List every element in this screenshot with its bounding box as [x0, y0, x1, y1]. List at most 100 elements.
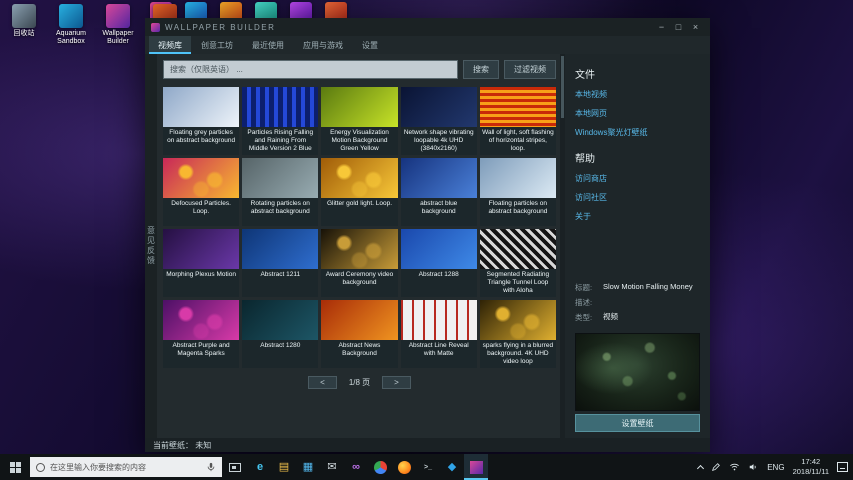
taskbar-clock[interactable]: 17:42 2018/11/11	[793, 457, 829, 477]
tab-settings[interactable]: 设置	[353, 36, 387, 54]
wallpaper-tile[interactable]: Abstract 1211	[242, 229, 318, 297]
store-taskbar-icon[interactable]: ▦	[296, 454, 320, 480]
wallpaper-tile[interactable]: Abstract News Background	[321, 300, 397, 368]
titlebar[interactable]: WALLPAPER BUILDER − □ ×	[145, 18, 710, 36]
wallpaper-tile[interactable]: Energy Visualization Motion Background G…	[321, 87, 397, 155]
action-center-icon[interactable]	[837, 462, 848, 472]
meta-label: 标题:	[575, 282, 603, 293]
wallpaper-thumbnail	[163, 158, 239, 198]
start-button[interactable]	[0, 454, 30, 480]
wallpaper-tile[interactable]: Abstract Purple and Magenta Sparks	[163, 300, 239, 368]
search-row: 搜索 过滤视频	[163, 60, 556, 79]
wallpaper-thumbnail	[321, 158, 397, 198]
wallpaper-thumbnail	[401, 229, 477, 269]
set-wallpaper-button[interactable]: 设置壁纸	[575, 414, 700, 432]
filter-videos-button[interactable]: 过滤视频	[504, 60, 556, 79]
wallpaper-thumbnail	[401, 300, 477, 340]
wallpaper-tile[interactable]: Segmented Radiating Triangle Tunnel Loop…	[480, 229, 556, 297]
wallpaper-title: Abstract News Background	[321, 340, 397, 368]
desktop-icon-aquarium-sandbox[interactable]: Aquarium Sandbox	[50, 4, 92, 46]
files-heading: 文件	[575, 66, 700, 81]
wallpaper-search-input[interactable]	[163, 60, 458, 79]
wallpaper-tile[interactable]: Defocused Particles. Loop.	[163, 158, 239, 226]
wallpaper-tile[interactable]: abstract blue background	[401, 158, 477, 226]
wallpaper-title: Abstract 1211	[242, 269, 318, 297]
mail-glyph: ✉	[327, 462, 336, 473]
network-wifi-icon[interactable]	[729, 462, 740, 472]
terminal-glyph: >_	[424, 464, 432, 471]
tab-video-library[interactable]: 视频库	[149, 36, 191, 54]
scrollbar[interactable]	[560, 54, 565, 438]
wallpaper-tile[interactable]: Abstract Line Reveal with Matte	[401, 300, 477, 368]
wallpaper-tile[interactable]: Abstract 1288	[401, 229, 477, 297]
tab-apps-games[interactable]: 应用与游戏	[294, 36, 352, 54]
wallpaper-thumbnail	[242, 300, 318, 340]
wallpaper-title: Abstract Line Reveal with Matte	[401, 340, 477, 368]
terminal-taskbar-icon[interactable]: >_	[416, 454, 440, 480]
visual-studio-taskbar-icon[interactable]: ∞	[344, 454, 368, 480]
wallpaper-title: Defocused Particles. Loop.	[163, 198, 239, 226]
link-visit-store[interactable]: 访问商店	[575, 173, 700, 184]
chrome-taskbar-icon[interactable]	[368, 454, 392, 480]
microphone-icon[interactable]	[206, 461, 216, 473]
wallpaper-tile[interactable]: sparks flying in a blurred background. 4…	[480, 300, 556, 368]
file-explorer-taskbar-icon[interactable]: ▤	[272, 454, 296, 480]
wallpaper-builder-icon	[106, 4, 130, 28]
desktop-icon-recycle-bin[interactable]: 回收站	[3, 4, 45, 46]
wallpaper-tile[interactable]: Floating grey particles on abstract back…	[163, 87, 239, 155]
link-local-web[interactable]: 本地网页	[575, 108, 700, 119]
link-local-video[interactable]: 本地视频	[575, 89, 700, 100]
desktop-icon-wallpaper-builder[interactable]: Wallpaper Builder	[97, 4, 139, 46]
edge-taskbar-icon[interactable]: e	[248, 454, 272, 480]
pen-icon[interactable]	[711, 462, 721, 472]
wallpaper-thumbnail	[480, 158, 556, 198]
link-visit-community[interactable]: 访问社区	[575, 192, 700, 203]
link-about[interactable]: 关于	[575, 211, 700, 222]
windows-logo-icon	[10, 462, 21, 473]
wallpaper-thumbnail	[163, 229, 239, 269]
wallpaper-tile[interactable]: Glitter gold light. Loop.	[321, 158, 397, 226]
meta-value: 视频	[603, 312, 618, 323]
tab-recent[interactable]: 最近使用	[243, 36, 293, 54]
tab-workshop[interactable]: 创意工坊	[192, 36, 242, 54]
wallpaper-preview	[575, 333, 700, 411]
sidebar: 文件 本地视频本地网页Windows聚光灯壁纸 帮助 访问商店访问社区关于 标题…	[565, 54, 710, 438]
maximize-button[interactable]: □	[670, 20, 687, 34]
wallpaper-title: Morphing Plexus Motion	[163, 269, 239, 297]
app-icon	[151, 23, 160, 32]
close-button[interactable]: ×	[687, 20, 704, 34]
wallpaper-tile[interactable]: Particles Rising Falling and Raining Fro…	[242, 87, 318, 155]
wallpaper-tile[interactable]: Floating particles on abstract backgroun…	[480, 158, 556, 226]
taskbar: 在这里输入你要搜索的内容 e▤▦ ✉ ∞ >_ ◆ ENG	[0, 454, 853, 480]
firefox-taskbar-icon[interactable]	[392, 454, 416, 480]
task-view-icon[interactable]	[222, 454, 248, 480]
prev-page-button[interactable]: <	[308, 376, 337, 389]
volume-icon[interactable]	[748, 462, 759, 472]
wallpaper-tile[interactable]: Network shape vibrating loopable 4k UHD …	[401, 87, 477, 155]
wallpaper-tile[interactable]: Abstract 1280	[242, 300, 318, 368]
wallpaper-tile[interactable]: Award Ceremony video background	[321, 229, 397, 297]
wallpaper-tile[interactable]: Wall of light, soft flashing of horizont…	[480, 87, 556, 155]
desktop: 回收站Aquarium SandboxWallpaper BuilderCore…	[0, 0, 853, 480]
meta-type-row: 类型:视频	[575, 312, 700, 323]
wallpaper-thumbnail	[163, 87, 239, 127]
wallpaper-tile[interactable]: Rotating particles on abstract backgroun…	[242, 158, 318, 226]
aquarium-sandbox-icon	[59, 4, 83, 28]
scrollbar-thumb[interactable]	[561, 56, 564, 118]
wallpaper-tile[interactable]: Morphing Plexus Motion	[163, 229, 239, 297]
taskbar-search-box[interactable]: 在这里输入你要搜索的内容	[30, 457, 222, 477]
link-windows-spotlight[interactable]: Windows聚光灯壁纸	[575, 127, 700, 138]
mail-taskbar-icon[interactable]: ✉	[320, 454, 344, 480]
vscode-taskbar-icon[interactable]: ◆	[440, 454, 464, 480]
meta-label: 描述:	[575, 297, 603, 308]
minimize-button[interactable]: −	[653, 20, 670, 34]
wallpaper-builder-taskbar-icon[interactable]	[464, 454, 488, 480]
next-page-button[interactable]: >	[382, 376, 411, 389]
hidden-icons-chevron-icon[interactable]	[697, 464, 704, 471]
search-button[interactable]: 搜索	[463, 60, 499, 79]
desktop-icon-label: Wallpaper Builder	[97, 30, 139, 46]
feedback-vertical-tab[interactable]: 意见反馈	[145, 54, 157, 438]
meta-description-row: 描述:	[575, 297, 700, 308]
feedback-vertical-label: 意见反馈	[146, 226, 157, 266]
language-indicator[interactable]: ENG	[767, 463, 784, 472]
